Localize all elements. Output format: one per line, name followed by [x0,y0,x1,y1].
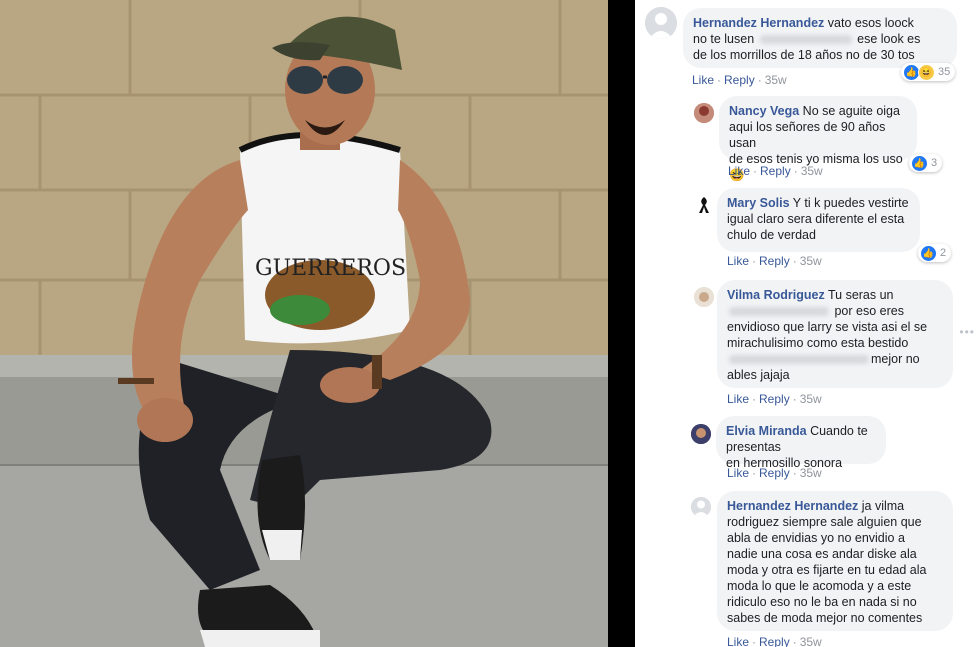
reaction-count: 3 [931,157,938,169]
like-icon: 👍 [911,154,928,172]
comment-timestamp[interactable]: 35w [800,392,822,406]
reply-button[interactable]: Reply [760,164,791,178]
comment-text-line: abla de envidias yo no envidio a [727,531,905,545]
reply-button[interactable]: Reply [724,73,755,87]
comment-timestamp[interactable]: 35w [800,466,822,480]
comment-text-line: chulo de verdad [727,228,816,242]
comment-actions: Like · Reply · 35w [727,635,822,647]
comment-text-line: vato esos loock [827,16,914,30]
comment-author[interactable]: Nancy Vega [729,104,799,118]
comment-text-line: mirachulisimo como esta bestido [727,336,909,350]
comment-text-line: nadie una cosa es andar diske ala [727,547,917,561]
more-options-icon[interactable]: ••• [959,325,975,339]
comment-actions: Like · Reply · 35w [727,466,822,480]
reaction-summary[interactable]: 👍 2 [918,244,952,262]
post-photo[interactable]: GUERREROS [0,0,608,647]
comment-text-line: moda y otra es fijarte en tu edad ala [727,563,927,577]
like-button[interactable]: Like [727,466,749,480]
blurred-text [759,35,852,45]
reply-button[interactable]: Reply [759,392,790,406]
comment-text-line: Tu seras un [827,288,894,302]
comment-actions: Like · Reply · 35w [728,164,823,178]
comment-text-line: mejor no [871,352,920,366]
blurred-text [729,307,829,317]
comment-text-line: ja vilma [861,499,905,513]
comment-timestamp[interactable]: 35w [765,73,787,87]
comment-text-line: sabes de moda mejor no comentes [727,611,923,625]
comment-bubble: Mary Solis Y ti k puedes vestirte igual … [717,188,920,252]
comments-panel: Hernandez Hernandez vato esos loock no t… [635,0,979,647]
like-button[interactable]: Like [727,635,749,647]
comment-text-line: de los morrillos de 18 años no de 30 tos [693,48,915,62]
comment-bubble: Hernandez Hernandez vato esos loock no t… [683,8,957,68]
reaction-summary[interactable]: 👍 😆 35 [901,63,956,81]
comment-bubble: Elvia Miranda Cuando te presentas en her… [716,416,886,470]
comment-timestamp[interactable]: 35w [800,254,822,268]
comment-actions: Like · Reply · 35w [727,392,822,406]
default-profile-icon [691,497,711,517]
like-button[interactable]: Like [727,254,749,268]
comment-timestamp[interactable]: 35w [801,164,823,178]
comment-timestamp[interactable]: 35w [800,635,822,647]
comment-actions: Like · Reply · 35w [692,73,787,87]
profile-photo-icon [694,287,714,307]
haha-icon: 😆 [918,63,935,81]
avatar[interactable] [694,195,714,215]
comment-text-line: Y ti k puedes vestirte [792,196,909,210]
comment-text-line: por eso eres [834,304,904,318]
comment-text-line: No se aguite oiga [802,104,900,118]
avatar[interactable] [694,287,714,307]
comment-text-line: ables jajaja [727,368,790,382]
avatar[interactable] [694,103,714,123]
comment-text-line: rodriguez siempre sale alguien que [727,515,922,529]
comment-text-line: moda lo que le acomoda y a este [727,579,912,593]
comment-text-line: igual claro sera diferente el esta [727,212,905,226]
comment-text-line: ridiculo eso no le ba en nada si no [727,595,917,609]
photo-illustration: GUERREROS [0,0,608,647]
comment-author[interactable]: Hernandez Hernandez [693,16,824,30]
avatar[interactable] [691,424,711,444]
comment-text-line: no te lusen [693,32,755,46]
reaction-count: 35 [938,66,951,78]
comment-author[interactable]: Vilma Rodriguez [727,288,825,302]
comment-bubble: Vilma Rodriguez Tu seras un por eso eres… [717,280,953,388]
profile-photo-icon [691,424,711,444]
profile-photo-icon [694,103,714,123]
shirt-text: GUERREROS [255,256,406,281]
comment-text-line: envidioso que larry se vista asi el se [727,320,928,334]
black-ribbon-icon [694,195,714,215]
comment-bubble: Nancy Vega No se aguite oiga aqui los se… [719,96,917,182]
avatar[interactable] [645,7,677,39]
comment-text-line: ese look es [857,32,921,46]
comment-author[interactable]: Elvia Miranda [726,424,807,438]
blurred-text [729,355,869,365]
like-button[interactable]: Like [728,164,750,178]
reply-button[interactable]: Reply [759,466,790,480]
comment-text-line: aqui los señores de 90 años usan [729,120,886,150]
comment-bubble: Hernandez Hernandez ja vilma rodriguez s… [717,491,953,631]
reply-button[interactable]: Reply [759,254,790,268]
default-profile-icon [645,7,677,39]
comment-author[interactable]: Hernandez Hernandez [727,499,858,513]
reaction-summary[interactable]: 👍 3 [909,154,943,172]
like-button[interactable]: Like [692,73,714,87]
photo-viewer-gap [608,0,635,647]
avatar[interactable] [691,497,711,517]
reaction-count: 2 [940,247,947,259]
like-button[interactable]: Like [727,392,749,406]
comment-author[interactable]: Mary Solis [727,196,790,210]
reply-button[interactable]: Reply [759,635,790,647]
like-icon: 👍 [920,244,937,262]
comment-actions: Like · Reply · 35w [727,254,822,268]
